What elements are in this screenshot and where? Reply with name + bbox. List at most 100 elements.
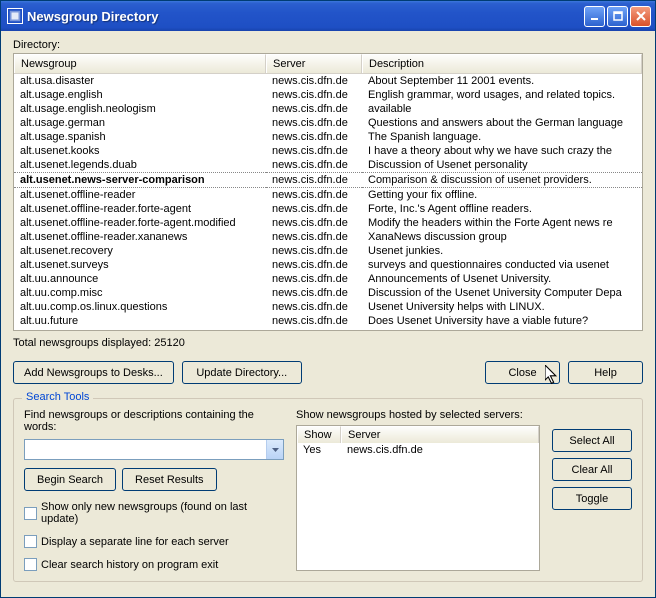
cell-server: news.cis.dfn.de xyxy=(266,258,362,272)
update-directory-button[interactable]: Update Directory... xyxy=(182,361,302,384)
table-row[interactable]: alt.usenet.offline-readernews.cis.dfn.de… xyxy=(14,188,642,202)
cell-newsgroup: alt.usenet.legends.duab xyxy=(14,158,266,172)
window-title: Newsgroup Directory xyxy=(27,9,584,24)
clear-history-checkbox[interactable]: Clear search history on program exit xyxy=(24,558,284,571)
table-row[interactable]: alt.usenet.offline-reader.forte-agent.mo… xyxy=(14,216,642,230)
add-newsgroups-button[interactable]: Add Newsgroups to Desks... xyxy=(13,361,174,384)
cell-newsgroup: alt.usenet.offline-reader.forte-agent.mo… xyxy=(14,216,266,230)
cell-server: news.cis.dfn.de xyxy=(266,172,362,188)
table-row[interactable]: alt.usenet.news-server-comparisonnews.ci… xyxy=(14,172,642,188)
cell-newsgroup: alt.usa.disaster xyxy=(14,74,266,88)
show-servers-label: Show newsgroups hosted by selected serve… xyxy=(296,409,540,421)
table-row[interactable]: alt.uu.futurenews.cis.dfn.deDoes Usenet … xyxy=(14,314,642,328)
cell-description: Questions and answers about the German l… xyxy=(362,116,642,130)
table-row[interactable]: alt.uu.announcenews.cis.dfn.deAnnounceme… xyxy=(14,272,642,286)
table-row[interactable]: alt.usage.spanishnews.cis.dfn.deThe Span… xyxy=(14,130,642,144)
cell-newsgroup: alt.usenet.offline-reader xyxy=(14,188,266,202)
cell-newsgroup: alt.usenet.offline-reader.forte-agent xyxy=(14,202,266,216)
cell-description: Does Usenet University have a viable fut… xyxy=(362,314,642,328)
cell-description: Usenet junkies. xyxy=(362,244,642,258)
cell-description: English grammar, word usages, and relate… xyxy=(362,88,642,102)
column-header-newsgroup[interactable]: Newsgroup xyxy=(14,54,266,73)
close-button[interactable]: Close xyxy=(485,361,560,384)
app-icon xyxy=(7,8,23,24)
search-combo[interactable] xyxy=(24,439,284,460)
separate-line-checkbox[interactable]: Display a separate line for each server xyxy=(24,535,284,548)
cell-description: The Spanish language. xyxy=(362,130,642,144)
table-row[interactable]: alt.usenet.offline-reader.forte-agentnew… xyxy=(14,202,642,216)
checkbox-icon xyxy=(24,558,37,571)
table-row[interactable]: alt.uu.comp.os.linux.questionsnews.cis.d… xyxy=(14,300,642,314)
cell-description: Modify the headers within the Forte Agen… xyxy=(362,216,642,230)
search-input[interactable] xyxy=(25,440,266,459)
cell-server: news.cis.dfn.de xyxy=(266,116,362,130)
cell-description: Learning Esperanto at the Usenet Univers… xyxy=(362,328,642,330)
cell-newsgroup: alt.usage.english xyxy=(14,88,266,102)
table-row[interactable]: alt.usage.englishnews.cis.dfn.deEnglish … xyxy=(14,88,642,102)
cell-newsgroup: alt.usenet.surveys xyxy=(14,258,266,272)
reset-results-button[interactable]: Reset Results xyxy=(122,468,216,491)
cell-newsgroup: alt.uu.comp.os.linux.questions xyxy=(14,300,266,314)
cell-description: Getting your fix offline. xyxy=(362,188,642,202)
table-row[interactable]: alt.usa.disasternews.cis.dfn.deAbout Sep… xyxy=(14,74,642,88)
newsgroup-listview[interactable]: Newsgroup Server Description alt.usa.dis… xyxy=(13,53,643,331)
title-bar: Newsgroup Directory xyxy=(1,1,655,31)
cell-server: news.cis.dfn.de xyxy=(266,314,362,328)
toggle-button[interactable]: Toggle xyxy=(552,487,632,510)
column-header-show[interactable]: Show xyxy=(297,426,341,443)
show-only-new-checkbox[interactable]: Show only new newsgroups (found on last … xyxy=(24,501,284,525)
cell-newsgroup: alt.usenet.recovery xyxy=(14,244,266,258)
cell-server: news.cis.dfn.de xyxy=(266,188,362,202)
clear-all-button[interactable]: Clear All xyxy=(552,458,632,481)
cell-server: news.cis.dfn.de xyxy=(266,158,362,172)
cell-description: Discussion of the Usenet University Comp… xyxy=(362,286,642,300)
table-row[interactable]: alt.usenet.recoverynews.cis.dfn.deUsenet… xyxy=(14,244,642,258)
cell-newsgroup: alt.usage.spanish xyxy=(14,130,266,144)
cell-server: news.cis.dfn.de xyxy=(266,300,362,314)
cell-description: Discussion of Usenet personality xyxy=(362,158,642,172)
cell-server: news.cis.dfn.de xyxy=(266,144,362,158)
table-row[interactable]: alt.uu.comp.miscnews.cis.dfn.deDiscussio… xyxy=(14,286,642,300)
table-row[interactable]: alt.usage.english.neologismnews.cis.dfn.… xyxy=(14,102,642,116)
server-row[interactable]: Yesnews.cis.dfn.de xyxy=(297,443,539,457)
table-row[interactable]: alt.uu.lang.esperanto.miscnews.cis.dfn.d… xyxy=(14,328,642,330)
table-row[interactable]: alt.usage.germannews.cis.dfn.deQuestions… xyxy=(14,116,642,130)
column-header-description[interactable]: Description xyxy=(362,54,642,73)
cell-server: news.cis.dfn.de xyxy=(266,102,362,116)
cell-description: I have a theory about why we have such c… xyxy=(362,144,642,158)
cell-newsgroup: alt.usenet.kooks xyxy=(14,144,266,158)
cell-server: news.cis.dfn.de xyxy=(266,216,362,230)
cell-server: news.cis.dfn.de xyxy=(266,230,362,244)
cell-server: news.cis.dfn.de xyxy=(266,130,362,144)
cell-description: Comparison & discussion of usenet provid… xyxy=(362,172,642,188)
select-all-button[interactable]: Select All xyxy=(552,429,632,452)
cell-description: surveys and questionnaires conducted via… xyxy=(362,258,642,272)
table-row[interactable]: alt.usenet.legends.duabnews.cis.dfn.deDi… xyxy=(14,158,642,172)
server-listview[interactable]: Show Server Yesnews.cis.dfn.de xyxy=(296,425,540,571)
cell-server: news.cis.dfn.de xyxy=(266,202,362,216)
cell-newsgroup: alt.usenet.offline-reader.xananews xyxy=(14,230,266,244)
search-tools-group: Search Tools Find newsgroups or descript… xyxy=(13,398,643,582)
cell-server: news.cis.dfn.de xyxy=(266,74,362,88)
table-row[interactable]: alt.usenet.surveysnews.cis.dfn.desurveys… xyxy=(14,258,642,272)
cell-newsgroup: alt.uu.lang.esperanto.misc xyxy=(14,328,266,330)
table-row[interactable]: alt.usenet.kooksnews.cis.dfn.deI have a … xyxy=(14,144,642,158)
cell-newsgroup: alt.usage.german xyxy=(14,116,266,130)
minimize-button[interactable] xyxy=(584,6,605,27)
cell-description: XanaNews discussion group xyxy=(362,230,642,244)
cell-server: news.cis.dfn.de xyxy=(266,88,362,102)
cell-description: available xyxy=(362,102,642,116)
column-header-server-name[interactable]: Server xyxy=(341,426,539,443)
column-header-server[interactable]: Server xyxy=(266,54,362,73)
cell-newsgroup: alt.uu.future xyxy=(14,314,266,328)
cell-description: Forte, Inc.'s Agent offline readers. xyxy=(362,202,642,216)
table-row[interactable]: alt.usenet.offline-reader.xananewsnews.c… xyxy=(14,230,642,244)
begin-search-button[interactable]: Begin Search xyxy=(24,468,116,491)
client-area: Directory: Newsgroup Server Description … xyxy=(1,31,655,597)
chevron-down-icon[interactable] xyxy=(266,440,283,459)
listview-body[interactable]: alt.usa.disasternews.cis.dfn.deAbout Sep… xyxy=(14,74,642,330)
close-window-button[interactable] xyxy=(630,6,651,27)
find-label: Find newsgroups or descriptions containi… xyxy=(24,409,284,433)
maximize-button[interactable] xyxy=(607,6,628,27)
help-button[interactable]: Help xyxy=(568,361,643,384)
